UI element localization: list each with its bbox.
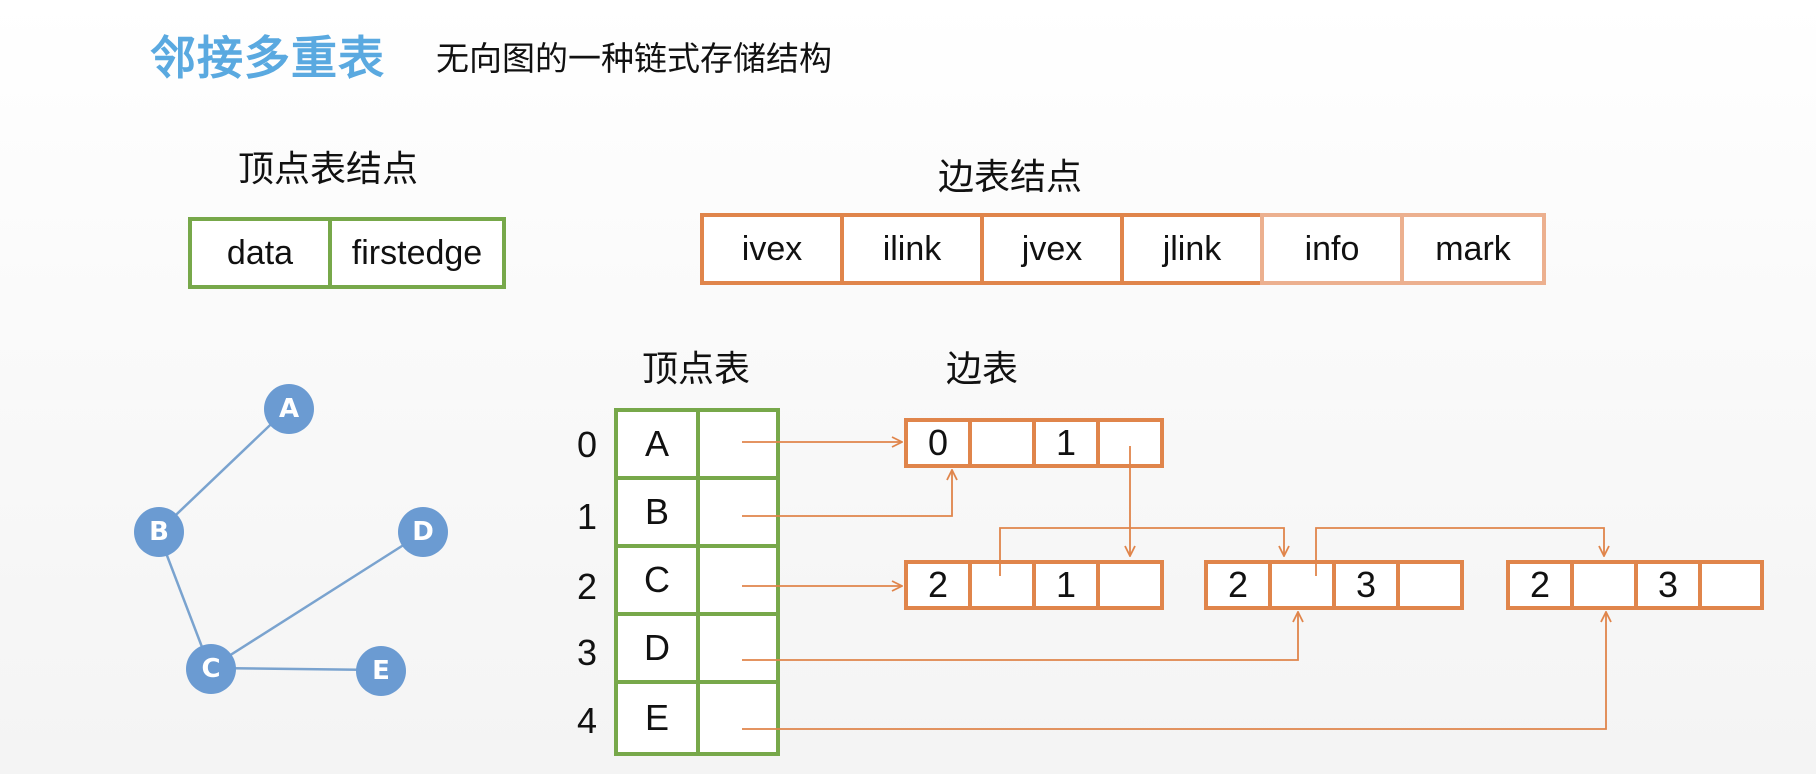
graph-vertex-b: B (134, 507, 184, 557)
arrow-edge2-ilink (1315, 527, 1604, 576)
arrow-d-firstedge (742, 612, 1298, 661)
graph-vertex-d: D (398, 507, 448, 557)
graph-edge-ab (157, 407, 289, 533)
arrow-b-firstedge (742, 470, 952, 517)
graph-vertex-a: A (264, 384, 314, 434)
arrow-e-firstedge (742, 612, 1606, 730)
arrow-edge1-ilink (999, 527, 1284, 576)
diagram-canvas (156, 407, 1816, 730)
graph-vertex-c: C (186, 644, 236, 694)
graph-vertex-e: E (356, 646, 406, 696)
